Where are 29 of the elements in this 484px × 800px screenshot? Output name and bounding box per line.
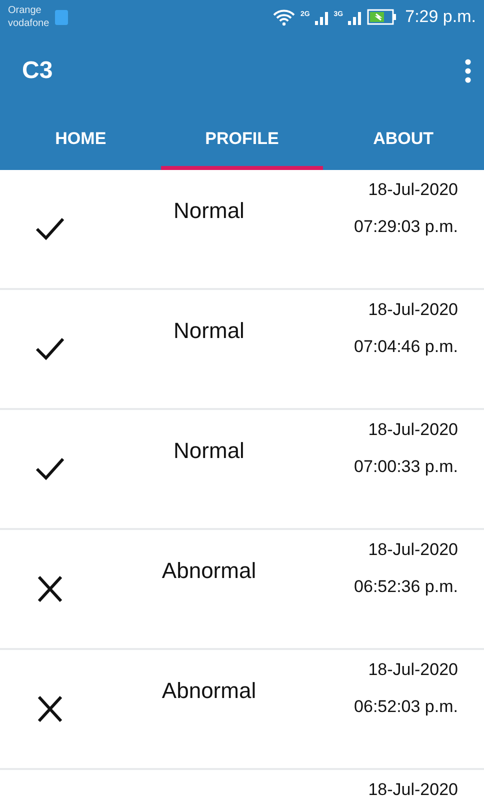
tab[interactable]: PROFILE — [161, 108, 323, 170]
app-title: C3 — [22, 57, 54, 85]
carrier-name: vodafone — [8, 17, 50, 30]
date-text: 18-Jul-2020 — [368, 420, 458, 440]
date-text: 18-Jul-2020 — [368, 660, 458, 680]
date-text: 18-Jul-2020 — [368, 300, 458, 320]
date-text: 18-Jul-2020 — [368, 180, 458, 200]
status-text: Normal — [174, 198, 244, 223]
wifi-icon — [272, 8, 296, 26]
signal-icon — [347, 9, 364, 25]
time-text: 06:52:36 p.m. — [354, 577, 458, 597]
time-text: 07:00:33 p.m. — [354, 457, 458, 477]
status-text: Normal — [174, 318, 244, 343]
clock-time: 7:29 p.m. — [405, 7, 476, 27]
date-text: 18-Jul-2020 — [368, 780, 458, 800]
signal-icon — [314, 9, 330, 25]
carrier-name: Orange — [8, 4, 42, 17]
tab[interactable]: HOME — [0, 108, 162, 170]
usb-icon — [55, 10, 68, 24]
tab[interactable]: ABOUT — [322, 108, 484, 170]
status-text: Abnormal — [162, 558, 256, 583]
battery-icon — [367, 9, 398, 25]
status-text: Abnormal — [162, 678, 256, 703]
time-text: 06:52:03 p.m. — [354, 697, 458, 717]
time-text: 07:04:46 p.m. — [354, 337, 458, 357]
date-text: 18-Jul-2020 — [368, 540, 458, 560]
status-text: Normal — [174, 438, 244, 463]
time-text: 07:29:03 p.m. — [354, 217, 458, 237]
more-options-icon[interactable] — [464, 59, 472, 83]
